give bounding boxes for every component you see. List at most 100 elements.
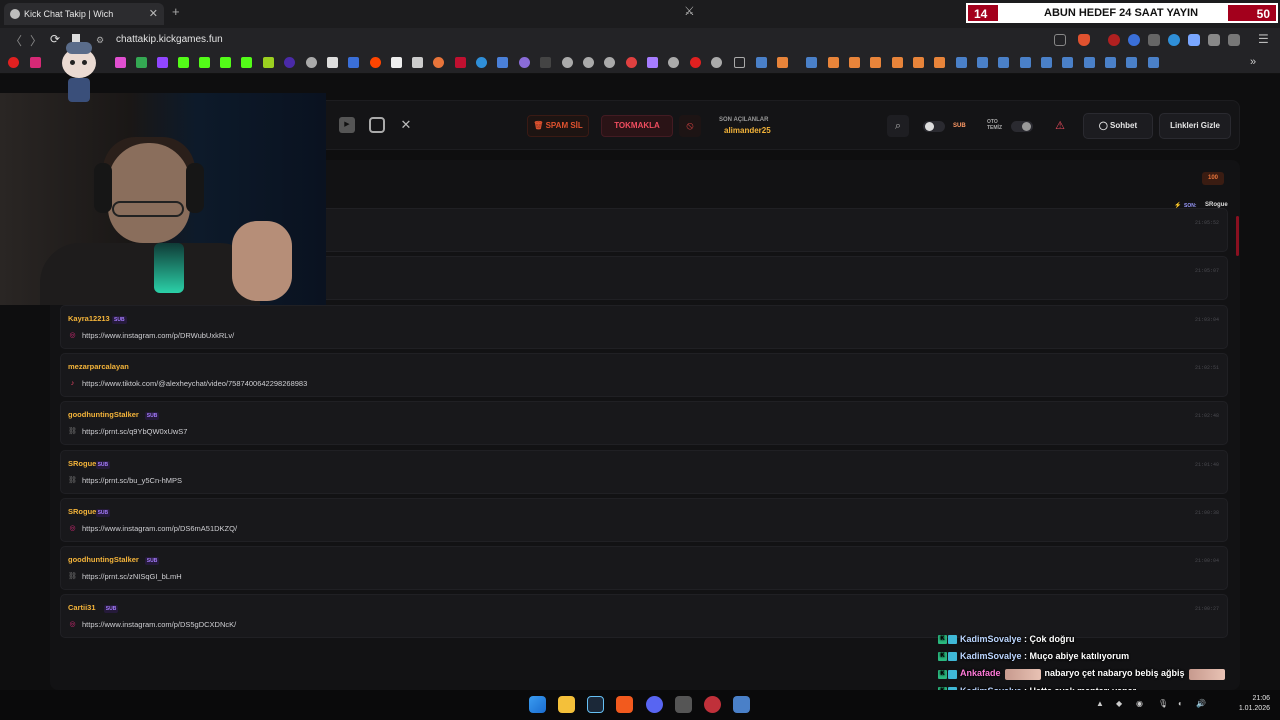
tokmakla-button[interactable]: TOKMAKLA xyxy=(601,115,673,137)
folder-icon[interactable] xyxy=(734,57,745,68)
x-bookmark-icon[interactable] xyxy=(327,57,338,68)
steam-bookmark-icon[interactable] xyxy=(1105,57,1116,68)
bookmark-icon[interactable] xyxy=(540,57,551,68)
steam-bookmark-icon[interactable] xyxy=(998,57,1009,68)
kick-bookmark-icon[interactable] xyxy=(220,57,231,68)
steam-bookmark-icon[interactable] xyxy=(1126,57,1137,68)
tab-close-button[interactable]: ✕ xyxy=(149,3,158,25)
brave-shield-icon[interactable] xyxy=(1078,34,1090,46)
windows-start-icon[interactable] xyxy=(529,696,546,713)
app-icon[interactable] xyxy=(675,696,692,713)
bookmark-icon[interactable] xyxy=(497,57,508,68)
hide-links-button[interactable]: Linkleri Gizle xyxy=(1159,113,1231,139)
volume-icon[interactable]: 🔊 xyxy=(1196,699,1206,708)
bookmark-icon[interactable] xyxy=(476,57,487,68)
system-clock[interactable]: 21:06 1.01.2026 xyxy=(1212,694,1270,714)
twitch-bookmark-icon[interactable] xyxy=(157,57,168,68)
steam-bookmark-icon[interactable] xyxy=(806,57,817,68)
entry-link[interactable]: https://prnt.sc/zNISqGI_bLmH xyxy=(82,572,182,581)
new-tab-button[interactable]: + xyxy=(172,4,180,19)
bookmark-icon[interactable] xyxy=(306,57,317,68)
entry-username[interactable]: SRogue xyxy=(68,507,96,516)
ban-icon[interactable]: ⦸ xyxy=(679,115,701,137)
network-icon[interactable]: ◐ xyxy=(1178,699,1183,708)
bookmark-icon[interactable] xyxy=(583,57,594,68)
link-entry[interactable]: Cartii31 SUB 21:00:27 ◎ https://www.instagra… xyxy=(60,594,1228,639)
search-button[interactable]: ⌕ xyxy=(887,115,909,137)
extension-icon[interactable] xyxy=(1168,34,1180,46)
bookmark-icon[interactable] xyxy=(828,57,839,68)
spam-delete-button[interactable]: 🗑 SPAM SİL xyxy=(527,115,589,137)
bookmark-icon[interactable] xyxy=(391,57,402,68)
file-explorer-icon[interactable] xyxy=(558,696,575,713)
discord-icon[interactable] xyxy=(646,696,663,713)
tray-icon[interactable]: ◆ xyxy=(1116,699,1122,708)
alert-button[interactable]: ⚠ xyxy=(1049,115,1071,137)
bookmark-icon[interactable] xyxy=(284,57,295,68)
steam-bookmark-icon[interactable] xyxy=(1084,57,1095,68)
sohbet-button[interactable]: ◯ Sohbet xyxy=(1083,113,1153,139)
bookmark-icon[interactable] xyxy=(348,57,359,68)
steam-bookmark-icon[interactable] xyxy=(956,57,967,68)
url-field[interactable]: chattakip.kickgames.fun xyxy=(116,34,223,45)
bookmark-icon[interactable] xyxy=(136,57,147,68)
sub-toggle[interactable] xyxy=(923,121,945,132)
steam-bookmark-icon[interactable] xyxy=(1020,57,1031,68)
bookmark-icon[interactable] xyxy=(519,57,530,68)
entry-username[interactable]: Cartii31 xyxy=(68,603,96,612)
bookmark-icon[interactable] xyxy=(892,57,903,68)
steam-bookmark-icon[interactable] xyxy=(1062,57,1073,68)
ublock-icon[interactable] xyxy=(1108,34,1120,46)
bookmark-icon[interactable] xyxy=(626,57,637,68)
entry-link[interactable]: https://prnt.sc/q9YbQW0xUwS7 xyxy=(82,427,187,436)
last-opened-user[interactable]: alimander25 xyxy=(724,126,771,135)
entry-link[interactable]: https://prnt.sc/bu_y5Cn-hMPS xyxy=(82,476,182,485)
bookmark-icon[interactable] xyxy=(604,57,615,68)
menu-icon[interactable]: ☰ xyxy=(1258,32,1269,46)
forward-button[interactable]: 〉 xyxy=(30,32,42,49)
bookmark-icon[interactable] xyxy=(870,57,881,68)
bookmark-icon[interactable] xyxy=(668,57,679,68)
bookmark-icon[interactable] xyxy=(690,57,701,68)
x-icon[interactable]: ✕ xyxy=(398,117,414,133)
steam-icon[interactable] xyxy=(587,696,604,713)
entry-link[interactable]: https://www.instagram.com/p/DRWubUxkRLv/ xyxy=(82,331,234,340)
bookmark-icon[interactable] xyxy=(711,57,722,68)
steam-bookmark-icon[interactable] xyxy=(756,57,767,68)
instagram-icon[interactable] xyxy=(369,117,385,133)
oto-temiz-toggle[interactable] xyxy=(1011,121,1033,132)
link-entry[interactable]: Kayra12213 SUB 21:03:04 ◎ https://www.instag… xyxy=(60,304,1228,349)
tray-icon[interactable]: ◉ xyxy=(1136,699,1143,708)
extension-icon[interactable] xyxy=(1188,34,1200,46)
brave-icon[interactable] xyxy=(616,696,633,713)
share-icon[interactable] xyxy=(1054,34,1066,46)
link-entry[interactable]: SRogue SUB 21:00:38 ◎ https://www.instagram.… xyxy=(60,497,1228,542)
extensions-puzzle-icon[interactable] xyxy=(1208,34,1220,46)
bookmark-icon[interactable] xyxy=(455,57,466,68)
bookmark-icon[interactable] xyxy=(562,57,573,68)
app-icon[interactable] xyxy=(733,696,750,713)
entry-username[interactable]: SRogue xyxy=(68,459,96,468)
app-icon[interactable] xyxy=(704,696,721,713)
extension-icon[interactable] xyxy=(1128,34,1140,46)
link-entry[interactable]: SRogue SUB 21:01:40 ⛓ https://prnt.sc/bu_y5C… xyxy=(60,449,1228,494)
microphone-tray-icon[interactable]: 🎙 xyxy=(1158,699,1168,708)
back-button[interactable]: 〈 xyxy=(10,32,22,49)
youtube-icon[interactable]: ▶ xyxy=(339,117,355,133)
bookmark-icon[interactable] xyxy=(777,57,788,68)
scrollbar-thumb[interactable] xyxy=(1236,216,1239,256)
entry-link[interactable]: https://www.tiktok.com/@alexheychat/vide… xyxy=(82,379,307,388)
entry-username[interactable]: goodhuntingStalker xyxy=(68,555,139,564)
bookmark-icon[interactable] xyxy=(263,57,274,68)
tray-icon[interactable]: ▲ xyxy=(1096,699,1104,708)
steam-bookmark-icon[interactable] xyxy=(1148,57,1159,68)
browser-tab[interactable]: Kick Chat Takip | Wich ✕ xyxy=(4,3,164,25)
link-entry[interactable]: goodhuntingStalker SUB 21:00:04 ⛓ https://pr… xyxy=(60,546,1228,591)
bookmark-icon[interactable] xyxy=(913,57,924,68)
entry-username[interactable]: Kayra12213 xyxy=(68,314,110,323)
steam-bookmark-icon[interactable] xyxy=(1041,57,1052,68)
kick-bookmark-icon[interactable] xyxy=(199,57,210,68)
kick-bookmark-icon[interactable] xyxy=(178,57,189,68)
steam-bookmark-icon[interactable] xyxy=(977,57,988,68)
entry-link[interactable]: https://www.instagram.com/p/DS5gDCXDNcK/ xyxy=(82,620,236,629)
